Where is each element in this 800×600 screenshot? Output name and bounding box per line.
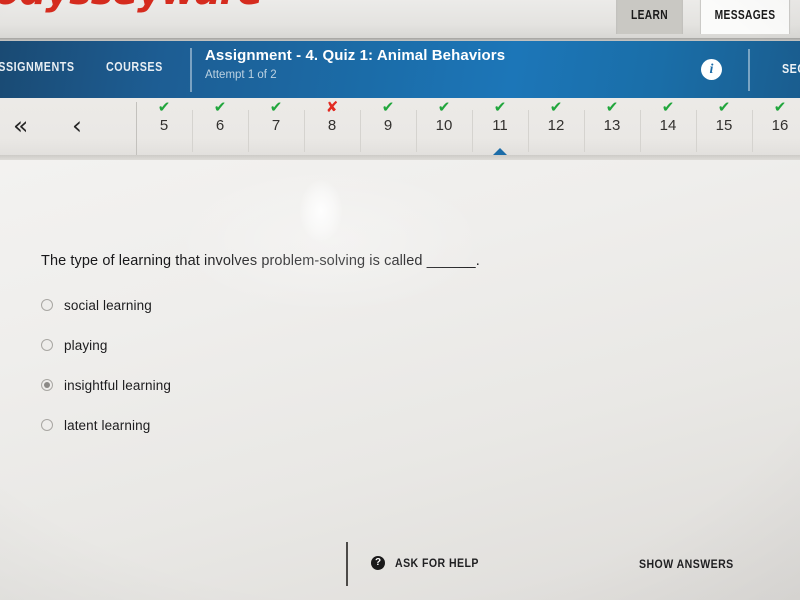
- question-prompt: The type of learning that involves probl…: [41, 253, 480, 269]
- question-number-list: ✔ 5 ✔ 6 ✔ 7 ✘ 8 ✔ 9 ✔ 10 ✔ 11 ✔ 12 ✔ 13 ✔ 14 ✔ 15 ✔ 16: [136, 98, 800, 159]
- answer-option[interactable]: playing: [41, 325, 461, 365]
- header-divider-left: [190, 48, 192, 92]
- question-navigation-strip: « ‹ ✔ 5 ✔ 6 ✔ 7 ✘ 8 ✔ 9 ✔ 10 ✔ 11 ✔ 12 ✔ 13 ✔ 14 ✔ 15 ✔ 16: [0, 98, 800, 159]
- radio-button[interactable]: [41, 299, 53, 311]
- header-divider-right: [748, 49, 750, 91]
- question-number-label: 10: [435, 117, 453, 134]
- question-number-label: 13: [603, 117, 621, 134]
- check-icon: ✔: [717, 98, 731, 116]
- show-answers-button[interactable]: SHOW ANSWERS: [639, 557, 747, 571]
- radio-button[interactable]: [41, 339, 53, 351]
- top-tab-list: LEARN MESSAGES: [609, 0, 800, 41]
- chevron-left-icon[interactable]: ‹: [72, 112, 82, 140]
- question-number-6[interactable]: ✔ 6: [192, 98, 248, 155]
- question-number-label: 9: [383, 117, 393, 134]
- nav-item-assignments[interactable]: ASSIGNMENTS: [0, 60, 75, 74]
- question-number-8[interactable]: ✘ 8: [304, 98, 360, 155]
- answer-option[interactable]: social learning: [41, 285, 461, 325]
- answer-option-label: playing: [64, 337, 108, 353]
- answer-options: social learning playing insightful learnin…: [41, 285, 461, 445]
- app-top-bar: odysseyware LEARN MESSAGES: [0, 0, 800, 41]
- ask-for-help-button[interactable]: ? ASK FOR HELP: [371, 556, 490, 570]
- question-number-label: 8: [327, 117, 337, 134]
- question-number-11[interactable]: ✔ 11: [472, 98, 528, 155]
- question-number-label: 7: [271, 117, 281, 134]
- question-number-15[interactable]: ✔ 15: [696, 98, 752, 155]
- page-title: Assignment - 4. Quiz 1: Animal Behaviors: [205, 47, 506, 64]
- question-number-label: 15: [715, 117, 733, 134]
- radio-button[interactable]: [41, 379, 53, 391]
- assignment-info: Assignment - 4. Quiz 1: Animal Behaviors…: [205, 46, 645, 83]
- ask-for-help-label: ASK FOR HELP: [395, 556, 479, 570]
- question-number-label: 6: [215, 117, 225, 134]
- check-icon: ✔: [493, 98, 507, 116]
- question-nav-buttons: « ‹: [0, 98, 136, 155]
- show-answers-label: SHOW ANSWERS: [639, 557, 734, 571]
- nav-item-sections[interactable]: SECTIONS: [782, 62, 800, 76]
- check-icon: ✔: [269, 98, 283, 116]
- answer-option-label: social learning: [64, 297, 152, 313]
- check-icon: ✔: [437, 98, 451, 116]
- odysseyware-logo: odysseyware: [0, 0, 263, 10]
- question-number-12[interactable]: ✔ 12: [528, 98, 584, 155]
- radio-button[interactable]: [41, 419, 53, 431]
- question-number-14[interactable]: ✔ 14: [640, 98, 696, 155]
- question-number-label: 16: [771, 117, 789, 134]
- quiz-screen: odysseyware LEARN MESSAGES ASSIGNMENTS C…: [0, 0, 800, 600]
- answer-option[interactable]: latent learning: [41, 405, 461, 445]
- question-number-10[interactable]: ✔ 10: [416, 98, 472, 155]
- check-icon: ✔: [661, 98, 675, 116]
- question-number-label: 12: [547, 117, 565, 134]
- check-icon: ✔: [605, 98, 619, 116]
- check-icon: ✔: [213, 98, 227, 116]
- assignment-header: ASSIGNMENTS COURSES Assignment - 4. Quiz…: [0, 41, 800, 98]
- check-icon: ✔: [773, 98, 787, 116]
- footer-divider: [346, 542, 348, 586]
- check-icon: ✔: [157, 98, 171, 116]
- question-number-label: 11: [492, 117, 508, 134]
- tab-messages[interactable]: MESSAGES: [699, 0, 791, 34]
- attempt-counter: Attempt 1 of 2: [205, 69, 277, 81]
- double-chevron-left-icon[interactable]: «: [13, 112, 28, 140]
- question-number-16[interactable]: ✔ 16: [752, 98, 800, 155]
- question-number-label: 5: [159, 117, 169, 134]
- answer-option-label: latent learning: [64, 417, 151, 433]
- cross-icon: ✘: [325, 98, 339, 116]
- tab-learn[interactable]: LEARN: [616, 0, 683, 34]
- question-mark-circle-icon: ?: [371, 556, 385, 570]
- question-number-9[interactable]: ✔ 9: [360, 98, 416, 155]
- question-number-label: 14: [659, 117, 677, 134]
- info-icon[interactable]: i: [701, 59, 722, 80]
- check-icon: ✔: [381, 98, 395, 116]
- answer-option-label: insightful learning: [64, 377, 171, 393]
- answer-option[interactable]: insightful learning: [41, 365, 461, 405]
- nav-item-courses[interactable]: COURSES: [106, 60, 163, 74]
- question-number-7[interactable]: ✔ 7: [248, 98, 304, 155]
- check-icon: ✔: [549, 98, 563, 116]
- question-number-13[interactable]: ✔ 13: [584, 98, 640, 155]
- question-number-5[interactable]: ✔ 5: [136, 98, 192, 155]
